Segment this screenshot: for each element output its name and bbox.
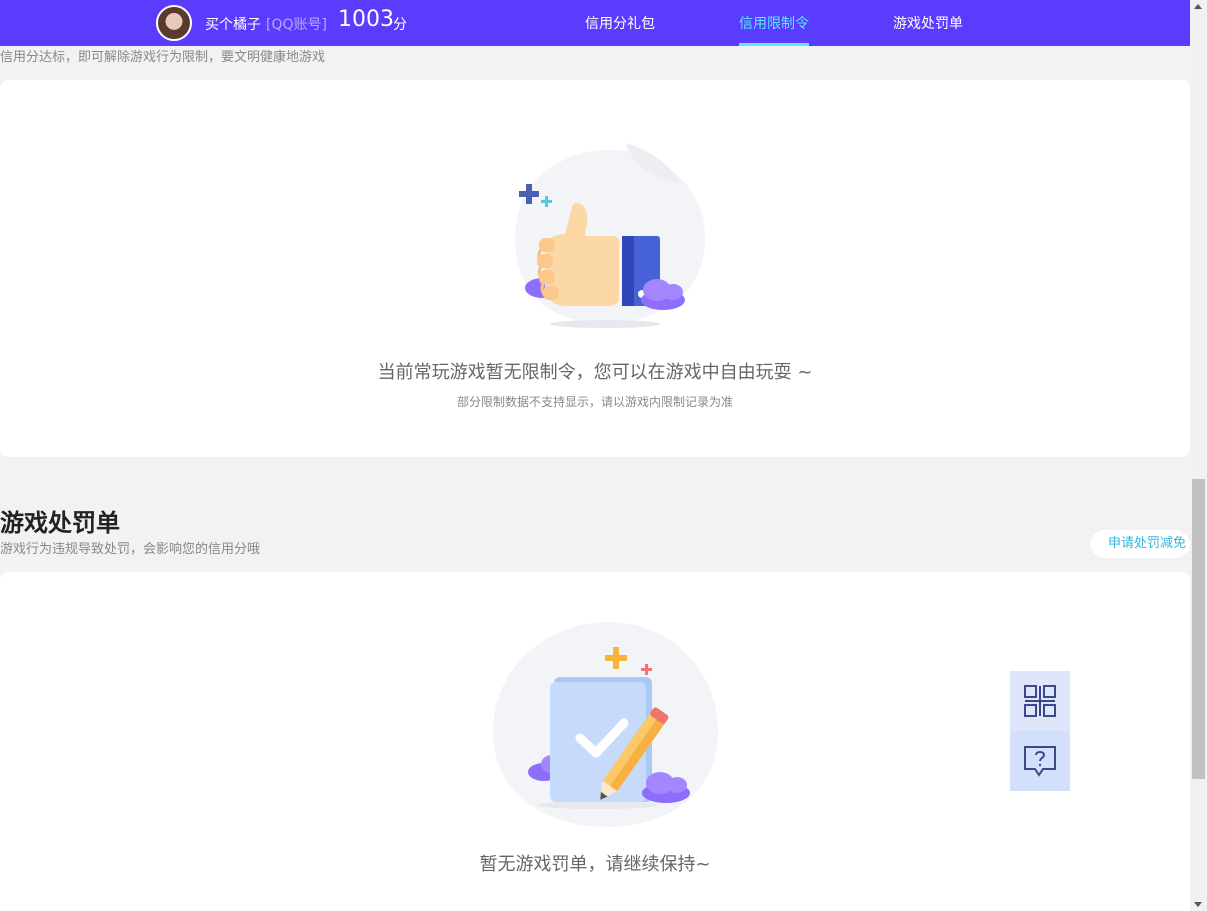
tab-credit-restriction[interactable]: 信用限制令 bbox=[739, 13, 809, 46]
qr-code-button[interactable] bbox=[1010, 671, 1070, 731]
scroll-up-arrow-icon[interactable] bbox=[1194, 4, 1202, 9]
restriction-empty-text: 当前常玩游戏暂无限制令，您可以在游戏中自由玩耍 ~ bbox=[377, 362, 813, 383]
clipboard-check-icon bbox=[493, 622, 718, 827]
restriction-subtitle: 信用分达标，即可解除游戏行为限制，要文明健康地游戏 bbox=[0, 50, 326, 65]
penalty-section-title: 游戏处罚单 bbox=[0, 509, 120, 537]
thumbs-up-icon bbox=[515, 143, 705, 328]
scrollbar-thumb[interactable] bbox=[1192, 479, 1205, 779]
page-scrollbar[interactable] bbox=[1190, 0, 1207, 911]
credit-score: 1003 bbox=[338, 7, 394, 32]
penalty-subtitle: 游戏行为违规导致处罚，会影响您的信用分哦 bbox=[0, 542, 261, 557]
username: 买个橘子 bbox=[205, 17, 261, 33]
restriction-empty-subtext: 部分限制数据不支持显示，请以游戏内限制记录为准 bbox=[456, 395, 733, 409]
help-button[interactable] bbox=[1010, 731, 1070, 791]
tab-game-penalty[interactable]: 游戏处罚单 bbox=[893, 13, 963, 46]
account-type: [QQ账号] bbox=[266, 17, 327, 33]
tab-credit-gift[interactable]: 信用分礼包 bbox=[585, 13, 655, 46]
avatar[interactable] bbox=[156, 5, 192, 41]
top-nav-bar: 买个橘子 [QQ账号] 1003 分 信用分礼包 信用限制令 游戏处罚单 bbox=[0, 0, 1190, 46]
scroll-down-arrow-icon[interactable] bbox=[1194, 902, 1202, 907]
help-chat-icon bbox=[1024, 746, 1056, 777]
score-unit: 分 bbox=[393, 17, 407, 33]
restriction-card: 当前常玩游戏暂无限制令，您可以在游戏中自由玩耍 ~ 部分限制数据不支持显示，请以… bbox=[0, 80, 1190, 457]
penalty-empty-text: 暂无游戏罚单，请继续保持~ bbox=[479, 854, 711, 875]
apply-penalty-reduction-button[interactable]: 申请处罚减免 bbox=[1090, 530, 1190, 558]
qr-code-icon bbox=[1024, 685, 1056, 717]
floating-tool-panel bbox=[1010, 671, 1070, 791]
